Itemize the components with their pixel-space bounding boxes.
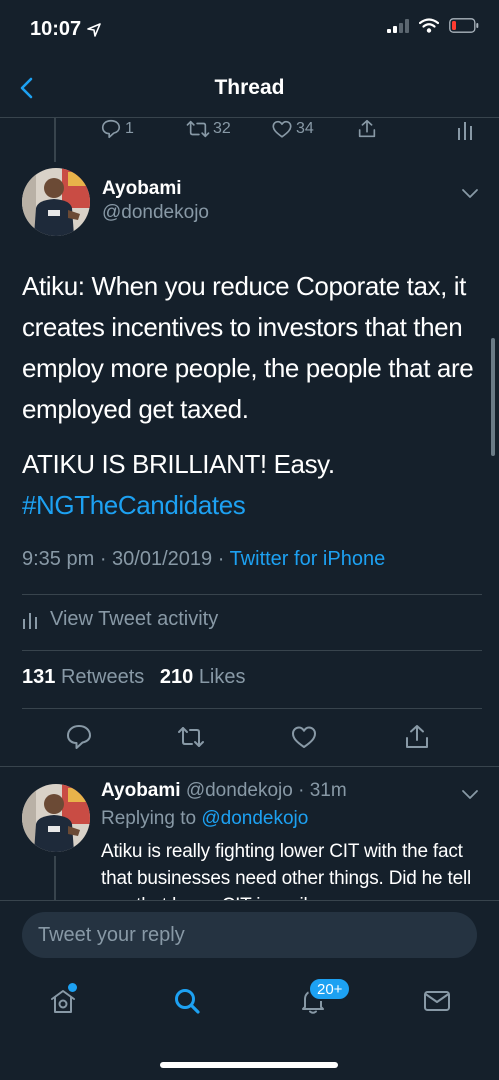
reply-icon[interactable] <box>64 722 94 752</box>
wifi-icon <box>419 18 439 33</box>
prev-retweet-count: 32 <box>213 120 231 137</box>
likes-count-link[interactable]: 210 Likes <box>160 666 256 688</box>
tweet-text: Atiku: When you reduce Coporate tax, it … <box>22 271 474 424</box>
like-icon <box>272 120 292 138</box>
prev-reply-count: 1 <box>125 120 134 137</box>
status-bar-indicators <box>387 18 479 33</box>
reply-avatar[interactable] <box>22 784 90 852</box>
engagement-counts: 131 Retweets 210 Likes <box>22 666 256 689</box>
tweet-reply-input[interactable]: Tweet your reply <box>22 912 477 958</box>
scrollbar[interactable] <box>491 338 495 456</box>
replying-to-label: Replying to <box>101 808 197 829</box>
replying-to: Replying to @dondekojo <box>101 808 308 830</box>
divider <box>0 766 499 767</box>
reply-icon <box>101 119 121 139</box>
page-title: Thread <box>214 76 285 99</box>
chevron-down-icon[interactable] <box>461 184 479 202</box>
tweet-reply-placeholder: Tweet your reply <box>38 923 185 946</box>
reply-handle-time: @dondekojo · 31m <box>185 780 347 801</box>
analytics-icon[interactable] <box>456 120 474 140</box>
retweet-icon[interactable] <box>176 722 206 752</box>
share-icon[interactable] <box>356 118 378 140</box>
prev-reply-action[interactable]: 1 <box>100 118 134 140</box>
likes-count: 210 <box>159 666 194 688</box>
retweets-count-link[interactable]: 131 Retweets <box>22 666 154 688</box>
prev-like-action[interactable]: 34 <box>271 118 314 140</box>
retweets-label: Retweets <box>60 666 145 688</box>
hashtag-link[interactable]: #NGTheCandidates <box>22 485 482 526</box>
share-icon[interactable] <box>402 722 432 752</box>
home-unread-dot <box>68 983 77 992</box>
like-icon[interactable] <box>289 722 319 752</box>
divider <box>22 650 482 651</box>
author-handle[interactable]: @dondekojo <box>102 202 209 224</box>
chevron-down-icon[interactable] <box>461 785 479 803</box>
reply-author-name: Ayobami <box>101 780 181 801</box>
view-tweet-activity-label: View Tweet activity <box>50 608 219 630</box>
search-icon[interactable] <box>172 986 202 1016</box>
messages-icon[interactable] <box>422 986 452 1016</box>
tweet-meta: 9:35 pm · 30/01/2019 · Twitter for iPhon… <box>22 548 385 571</box>
status-bar-time: 10:07 <box>30 18 101 41</box>
divider <box>22 594 482 595</box>
tweet-text-continued: ATIKU IS BRILLIANT! Easy. #NGTheCandidat… <box>22 444 482 526</box>
tweet-action-bar <box>0 722 499 758</box>
analytics-icon <box>23 612 37 629</box>
replying-to-handle[interactable]: @dondekojo <box>201 808 308 829</box>
home-indicator[interactable] <box>160 1062 338 1068</box>
retweets-count: 131 <box>22 666 56 688</box>
signal-icon <box>387 18 409 33</box>
avatar[interactable] <box>22 168 90 236</box>
thread-connector-line <box>54 856 56 904</box>
tweet-timestamp: 9:35 pm · 30/01/2019 · <box>22 548 225 570</box>
tweet-text-line: ATIKU IS BRILLIANT! Easy. <box>22 449 335 479</box>
reply-header[interactable]: Ayobami @dondekojo · 31m <box>101 780 347 802</box>
view-tweet-activity[interactable]: View Tweet activity <box>22 608 218 631</box>
likes-label: Likes <box>198 666 246 688</box>
battery-icon <box>449 18 479 33</box>
notifications-badge: 20+ <box>308 977 352 1001</box>
tweet-source-link[interactable]: Twitter for iPhone <box>230 548 386 570</box>
location-arrow-icon <box>87 22 101 37</box>
author-name[interactable]: Ayobami <box>102 178 182 200</box>
thread-connector-line <box>54 118 56 162</box>
prev-retweet-action[interactable]: 32 <box>186 118 231 140</box>
divider <box>22 708 482 709</box>
prev-like-count: 34 <box>296 120 314 137</box>
reply-tweet-text[interactable]: Atiku is really fighting lower CIT with … <box>101 838 471 900</box>
retweet-icon <box>186 120 210 138</box>
status-time-text: 10:07 <box>30 18 82 40</box>
